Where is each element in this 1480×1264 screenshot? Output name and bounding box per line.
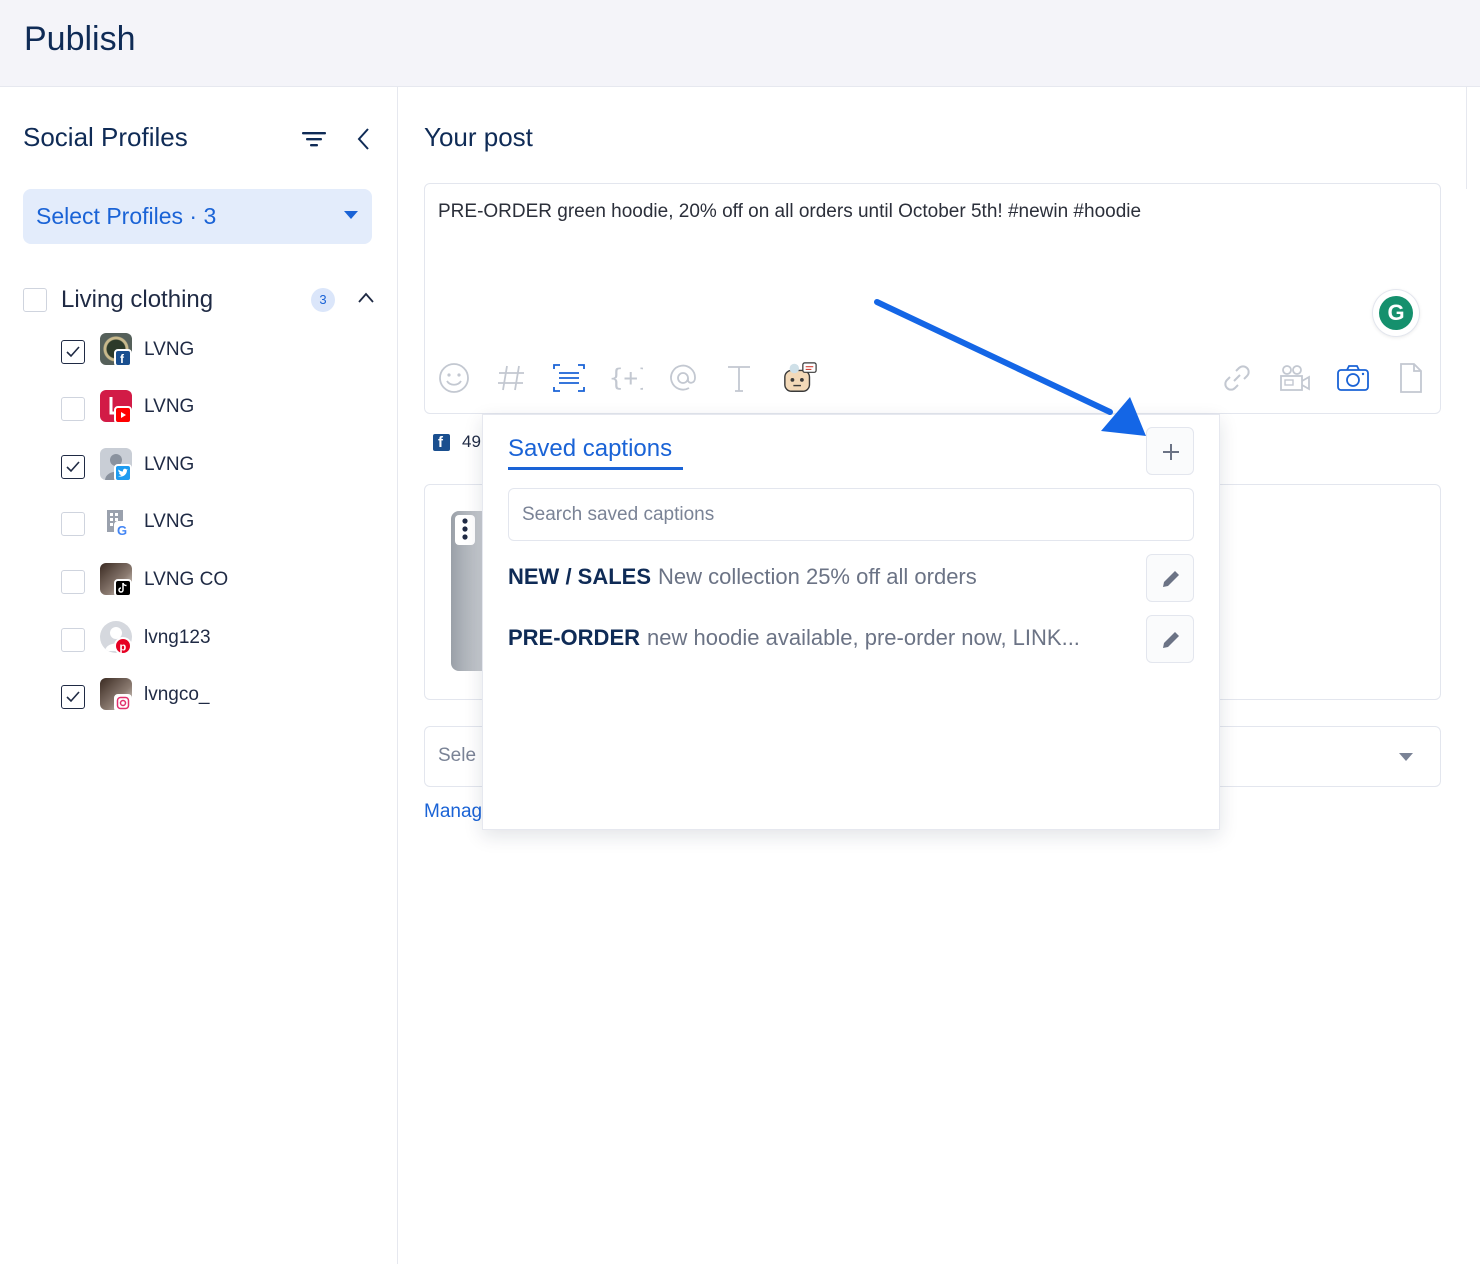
profile-checkbox[interactable] — [61, 512, 85, 536]
collapse-sidebar-icon[interactable] — [355, 127, 373, 151]
top-header: Publish — [0, 0, 1480, 87]
edit-caption-button[interactable] — [1146, 554, 1194, 602]
video-icon[interactable] — [1277, 360, 1313, 396]
twitter-icon — [114, 464, 132, 482]
profile-name: LVNG — [144, 396, 195, 417]
character-count: 49 — [462, 432, 481, 451]
group-checkbox[interactable] — [23, 288, 47, 312]
profile-name: LVNG — [144, 511, 195, 532]
page-title: Publish — [24, 20, 136, 58]
caption-text: New collection 25% off all orders — [658, 564, 977, 589]
profile-checkbox[interactable] — [61, 570, 85, 594]
profile-row[interactable]: p lvng123 — [61, 621, 381, 657]
chevron-up-icon[interactable] — [357, 291, 375, 305]
mention-icon[interactable] — [665, 360, 701, 396]
profile-checkbox[interactable] — [61, 455, 85, 479]
camera-icon[interactable] — [1335, 360, 1371, 396]
instagram-icon — [114, 694, 132, 712]
filter-icon[interactable] — [302, 129, 326, 149]
divider — [1466, 87, 1467, 189]
svg-text:{+}: {+} — [609, 364, 643, 392]
facebook-icon — [433, 434, 450, 451]
caption-title: PRE-ORDER — [508, 625, 641, 650]
group-count-badge: 3 — [311, 288, 335, 312]
profile-checkbox[interactable] — [61, 340, 85, 364]
select-profiles-label: Select Profiles · 3 — [36, 203, 217, 229]
edit-caption-button[interactable] — [1146, 615, 1194, 663]
profile-group: Living clothing 3 — [23, 285, 383, 315]
ai-assistant-icon[interactable] — [782, 360, 818, 396]
sidebar-title: Social Profiles — [23, 122, 188, 152]
post-text[interactable]: PRE-ORDER green hoodie, 20% off on all o… — [438, 201, 1141, 223]
grammarly-button[interactable]: G — [1373, 290, 1419, 336]
profile-name: LVNG — [144, 339, 195, 360]
your-post-title: Your post — [424, 122, 533, 152]
svg-text:p: p — [120, 642, 127, 654]
caption-item[interactable]: NEW / SALES New collection 25% off all o… — [508, 554, 1194, 602]
emoji-icon[interactable] — [436, 360, 472, 396]
profile-name: LVNG CO — [144, 569, 229, 590]
manage-link[interactable]: Manag — [424, 801, 482, 823]
chevron-down-icon — [1399, 753, 1413, 761]
document-icon[interactable] — [1393, 360, 1429, 396]
search-captions-input[interactable] — [508, 488, 1194, 541]
profile-checkbox[interactable] — [61, 397, 85, 421]
pinterest-icon: p — [114, 637, 132, 655]
youtube-icon — [114, 406, 132, 424]
pencil-icon — [1163, 632, 1179, 648]
add-caption-button[interactable] — [1146, 427, 1194, 475]
facebook-icon: f — [114, 349, 132, 367]
caption-item[interactable]: PRE-ORDER new hoodie available, pre-orde… — [508, 615, 1194, 663]
variables-icon[interactable]: {+} — [608, 360, 644, 396]
profile-checkbox[interactable] — [61, 628, 85, 652]
hashtag-icon[interactable] — [493, 360, 529, 396]
grammarly-icon: G — [1379, 296, 1413, 330]
saved-captions-icon[interactable] — [551, 360, 587, 396]
profile-row[interactable]: LVNG — [61, 448, 381, 484]
google-icon: G — [114, 521, 132, 539]
tab-saved-captions[interactable]: Saved captions — [508, 435, 672, 463]
saved-captions-popup: Saved captions NEW / SALES New collectio… — [482, 414, 1220, 830]
group-name: Living clothing — [61, 286, 214, 313]
profile-name: lvng123 — [144, 627, 211, 648]
svg-text:G: G — [117, 523, 127, 537]
profile-row[interactable]: LVNG CO — [61, 563, 381, 599]
link-icon[interactable] — [1219, 360, 1255, 396]
profile-name: LVNG — [144, 454, 195, 475]
caption-text: new hoodie available, pre-order now, LIN… — [647, 625, 1080, 650]
chevron-down-icon — [344, 211, 358, 219]
svg-text:f: f — [120, 352, 125, 365]
profile-row[interactable]: LVNG — [61, 390, 381, 426]
profile-row[interactable]: G LVNG — [61, 505, 381, 541]
post-composer[interactable]: PRE-ORDER green hoodie, 20% off on all o… — [424, 183, 1441, 414]
profile-name: lvngco_ — [144, 684, 210, 705]
select-placeholder: Sele — [438, 745, 477, 766]
profile-row[interactable]: lvngco_ — [61, 678, 381, 714]
active-tab-indicator — [508, 467, 683, 470]
tiktok-icon — [114, 579, 132, 597]
select-profiles-dropdown[interactable]: Select Profiles · 3 — [23, 189, 372, 244]
pencil-icon — [1163, 571, 1179, 587]
text-format-icon[interactable] — [721, 360, 757, 396]
more-options-icon[interactable] — [455, 515, 475, 545]
facebook-character-count: 49 — [424, 424, 484, 458]
profile-checkbox[interactable] — [61, 685, 85, 709]
plus-icon — [1163, 444, 1179, 460]
profiles-sidebar: Social Profiles Select Profiles · 3 Livi… — [0, 87, 398, 1264]
profile-row[interactable]: f LVNG — [61, 333, 381, 369]
caption-title: NEW / SALES — [508, 564, 652, 589]
